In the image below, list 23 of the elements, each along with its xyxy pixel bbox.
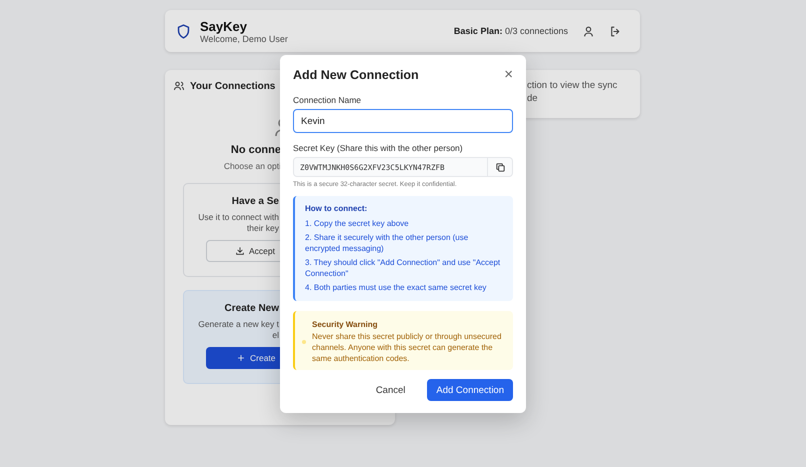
option-text: Use it to connect with — [198, 212, 279, 223]
empty-title: No conne — [230, 144, 281, 156]
app-name: SayKey — [200, 18, 248, 34]
panel-title: Your Connections — [190, 80, 276, 92]
step-text: 2. Share it securely with the other person (use encrypted messaging) — [305, 232, 470, 254]
option-title: Have a Se — [232, 196, 279, 207]
field-label: Connection Name — [293, 95, 362, 105]
welcome-text: Welcome, Demo User — [200, 34, 288, 44]
option-text: Generate a new key t — [198, 319, 279, 330]
warning-title: Security Warning — [312, 320, 378, 329]
plan-status: Basic Plan: 0/3 connections — [454, 26, 568, 36]
option-text: their key — [246, 223, 279, 234]
step-text: 1. Copy the secret key above — [305, 218, 410, 229]
field-label: Secret Key (Share this with the other person) — [293, 143, 464, 153]
step-text: 4. Both parties must use the exact same secret key — [305, 282, 488, 293]
dialog-title: Add New Connection — [293, 68, 419, 82]
step-text: 3. They should click "Add Connection" and use "Accept Connection" — [305, 257, 502, 279]
option-text: el — [272, 330, 279, 341]
warning-text: Never share this secret publicly or through unsecured channels. Anyone with this secret can generate the same authentication codes. — [312, 331, 502, 364]
option-title: Create New — [224, 303, 279, 314]
sync-hint-text: de — [527, 92, 539, 105]
sync-hint-text: ction to view the sync — [527, 79, 618, 92]
info-title: How to connect: — [305, 204, 368, 213]
